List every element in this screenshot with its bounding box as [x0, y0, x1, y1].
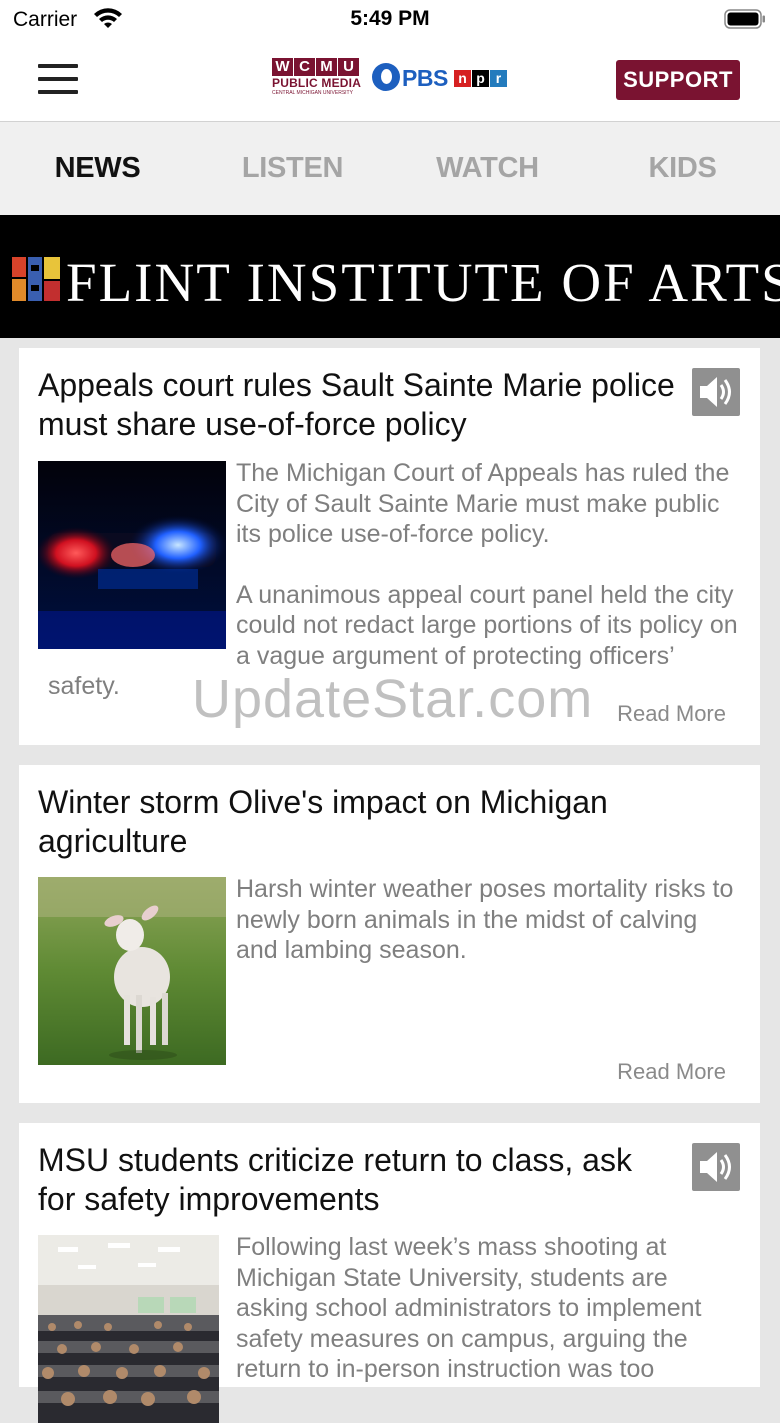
station-logos: W C M U PUBLIC MEDIA CENTRAL MICHIGAN UN… [272, 58, 512, 100]
wcmu-letter: W [272, 58, 293, 76]
article-title[interactable]: Appeals court rules Sault Sainte Marie p… [38, 366, 678, 444]
pbs-text: PBS [402, 65, 448, 91]
listen-audio-button[interactable] [692, 368, 740, 416]
battery-icon [724, 9, 765, 29]
article-summary: Harsh winter weather poses mortality ris… [38, 874, 738, 1062]
watermark: UpdateStar.com [192, 669, 594, 729]
npr-letter: n [454, 70, 471, 87]
listen-audio-button[interactable] [692, 1143, 740, 1191]
app-header: W C M U PUBLIC MEDIA CENTRAL MICHIGAN UN… [0, 40, 780, 122]
article-card[interactable]: MSU students criticize return to class, … [19, 1123, 760, 1423]
npr-letter: r [490, 70, 507, 87]
menu-icon[interactable] [38, 64, 78, 94]
wcmu-logo: W C M U PUBLIC MEDIA CENTRAL MICHIGAN UN… [272, 58, 362, 100]
wcmu-letter: M [316, 58, 337, 76]
wcmu-subtitle: CENTRAL MICHIGAN UNIVERSITY [272, 90, 353, 96]
sponsor-banner[interactable]: FLINT INSTITUTE OF ARTS [0, 215, 780, 338]
clock: 5:49 PM [350, 7, 430, 30]
wcmu-public-media: PUBLIC MEDIA [272, 76, 362, 90]
article-summary: Following last week’s mass shooting at M… [38, 1232, 738, 1420]
status-bar: Carrier 5:49 PM [0, 0, 780, 40]
banner-text: FLINT INSTITUTE OF ARTS [66, 252, 780, 313]
pbs-head-icon [372, 63, 400, 91]
speaker-icon [700, 377, 731, 407]
article-title[interactable]: Winter storm Olive's impact on Michigan … [38, 783, 678, 861]
npr-letter: p [472, 70, 489, 87]
tab-news[interactable]: NEWS [0, 122, 195, 215]
article-summary: The Michigan Court of Appeals has ruled … [38, 458, 738, 702]
article-card[interactable]: Winter storm Olive's impact on Michigan … [19, 765, 760, 1103]
tab-watch[interactable]: WATCH [390, 122, 585, 215]
read-more-link[interactable]: Read More [617, 701, 726, 727]
fia-logo-icon [12, 257, 60, 301]
tab-listen[interactable]: LISTEN [195, 122, 390, 215]
wcmu-letter: C [294, 58, 315, 76]
read-more-link[interactable]: Read More [617, 1059, 726, 1085]
wcmu-letter: U [338, 58, 359, 76]
support-button[interactable]: SUPPORT [616, 60, 740, 100]
npr-logo: n p r [454, 70, 508, 87]
article-title[interactable]: MSU students criticize return to class, … [38, 1141, 678, 1219]
speaker-icon [700, 1152, 731, 1182]
tab-kids[interactable]: KIDS [585, 122, 780, 215]
section-tabs: NEWS LISTEN WATCH KIDS [0, 122, 780, 215]
